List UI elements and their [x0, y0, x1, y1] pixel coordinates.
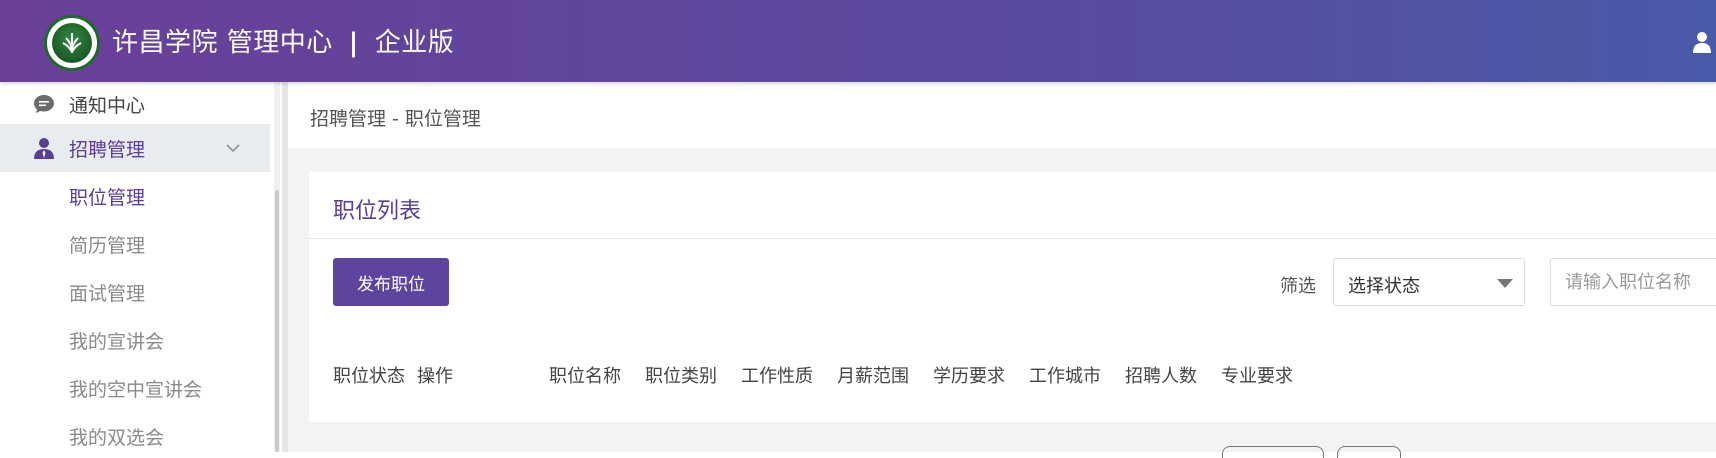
sidebar-scrollbar-thumb[interactable] [275, 190, 279, 452]
position-name-search-input[interactable] [1550, 258, 1716, 306]
column-header-work-city: 工作城市 [1029, 366, 1101, 387]
breadcrumb: 招聘管理 - 职位管理 [310, 108, 481, 130]
column-header-job-nature: 工作性质 [741, 366, 813, 387]
card-title: 职位列表 [333, 199, 422, 224]
status-select-value: 选择状态 [1348, 276, 1420, 297]
sidebar-subitem-resume-management[interactable]: 简历管理 [69, 231, 145, 258]
person-icon [34, 138, 54, 159]
sidebar-item-label: 招聘管理 [69, 138, 146, 161]
breadcrumb-bar [288, 82, 1716, 148]
column-header-education: 学历要求 [933, 366, 1005, 387]
sidebar-subitem-interview-management[interactable]: 面试管理 [69, 279, 145, 306]
column-header-position-category: 职位类别 [645, 366, 717, 387]
sidebar-subitem-my-online-presentations[interactable]: 我的空中宣讲会 [69, 375, 202, 402]
top-header: 许昌学院 管理中心 | 企业版 [0, 0, 1716, 82]
sidebar-subitem-position-management[interactable]: 职位管理 [69, 183, 145, 210]
center-name: 管理中心 [226, 28, 333, 58]
chat-bubble-icon [34, 95, 54, 113]
column-header-headcount: 招聘人数 [1125, 366, 1197, 387]
card-divider [309, 238, 1716, 239]
publish-position-button[interactable]: 发布职位 [333, 258, 449, 306]
app-title: 许昌学院 管理中心 | 企业版 [112, 22, 454, 59]
caret-down-icon [1497, 279, 1513, 288]
sidebar-divider [282, 82, 288, 452]
sidebar: 通知中心 招聘管理 职位管理 简历管理 面试管理 我的宣讲会 我的空中宣讲会 我… [0, 82, 270, 452]
column-header-position-name: 职位名称 [549, 366, 621, 387]
edition-name: 企业版 [374, 28, 455, 58]
sidebar-subitem-my-job-fairs[interactable]: 我的双选会 [69, 423, 164, 450]
status-select[interactable]: 选择状态 [1333, 258, 1525, 306]
sidebar-item-label: 通知中心 [69, 94, 146, 117]
column-header-salary-range: 月薪范围 [837, 366, 909, 387]
sidebar-subitem-my-presentations[interactable]: 我的宣讲会 [69, 327, 164, 354]
title-separator: | [348, 28, 359, 58]
school-name: 许昌学院 [112, 28, 219, 58]
column-header-major-requirement: 专业要求 [1221, 366, 1293, 387]
sidebar-item-recruitment[interactable]: 招聘管理 [0, 124, 270, 172]
column-header-actions: 操作 [417, 366, 453, 387]
chevron-down-icon[interactable] [224, 139, 242, 157]
user-icon[interactable] [1692, 30, 1712, 54]
pagination-control[interactable] [1222, 446, 1324, 458]
column-header-status: 职位状态 [333, 366, 405, 387]
sidebar-item-notifications[interactable]: 通知中心 [0, 80, 270, 128]
pagination-control[interactable] [1337, 446, 1401, 458]
school-emblem-icon[interactable] [44, 15, 100, 71]
filter-label: 筛选 [1280, 276, 1316, 297]
emblem-inner [52, 23, 92, 63]
